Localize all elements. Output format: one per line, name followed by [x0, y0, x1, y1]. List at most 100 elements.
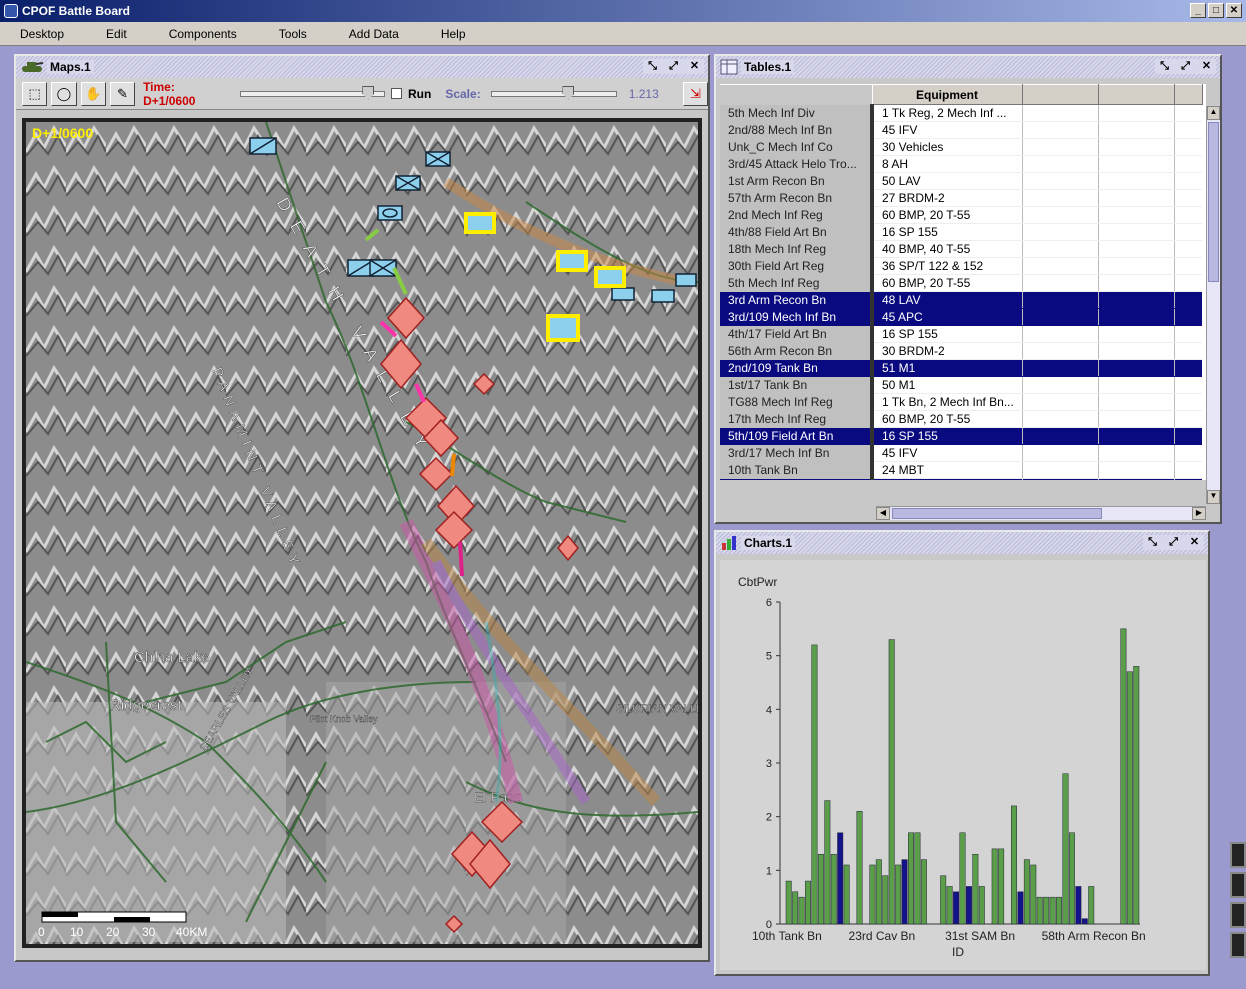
empty-cell[interactable] [1022, 291, 1099, 309]
row-header-unit[interactable]: 1st/45 Attack Helo Tro... [720, 478, 874, 480]
row-header-unit[interactable]: 4th/88 Field Art Bn [720, 223, 874, 241]
minimize-button[interactable]: _ [1190, 3, 1206, 18]
empty-cell[interactable] [1022, 189, 1099, 207]
chart-bar[interactable] [811, 644, 818, 925]
empty-cell[interactable] [1098, 291, 1175, 309]
chart-bar[interactable] [908, 832, 914, 925]
empty-cell[interactable] [1098, 240, 1175, 258]
menu-edit[interactable]: Edit [86, 27, 149, 41]
equipment-cell[interactable]: 60 BMP, 20 T-55 [872, 206, 1023, 224]
table-row[interactable]: 18th Mech Inf Reg 40 BMP, 40 T-55 [720, 240, 1202, 258]
empty-cell[interactable] [1022, 410, 1099, 428]
chart-bar[interactable] [830, 853, 837, 925]
empty-cell[interactable] [1022, 274, 1099, 292]
chart-bar[interactable] [869, 864, 876, 925]
empty-cell[interactable] [1174, 359, 1202, 377]
menu-desktop[interactable]: Desktop [0, 27, 86, 41]
tables-titlebar[interactable]: Tables.1 ⤡ ⤢ ✕ [716, 56, 1220, 78]
empty-cell[interactable] [1098, 155, 1175, 173]
chart-bar[interactable] [1049, 896, 1056, 925]
row-header-unit[interactable]: 56th Arm Recon Bn [720, 342, 874, 360]
empty-cell[interactable] [1022, 444, 1099, 462]
close-icon[interactable]: ✕ [687, 59, 702, 74]
equipment-cell[interactable]: 10 AH [872, 478, 1023, 480]
table-row[interactable]: 1st Arm Recon Bn 50 LAV [720, 172, 1202, 190]
equipment-cell[interactable]: 45 IFV [872, 121, 1023, 139]
empty-cell[interactable] [1022, 393, 1099, 411]
equipment-cell[interactable]: 60 BMP, 20 T-55 [872, 274, 1023, 292]
equipment-cell[interactable]: 1 Tk Reg, 2 Mech Inf ... [872, 104, 1023, 122]
row-header-unit[interactable]: TG88 Mech Inf Reg [720, 393, 874, 411]
row-header-unit[interactable]: 1st Arm Recon Bn [720, 172, 874, 190]
scroll-down-icon[interactable]: ▼ [1207, 490, 1220, 504]
equipment-cell[interactable]: 50 M1 [872, 376, 1023, 394]
chart-bar[interactable] [792, 891, 799, 925]
chart-bar[interactable] [856, 811, 863, 925]
table-row[interactable]: 4th/17 Field Art Bn 16 SP 155 [720, 325, 1202, 343]
empty-cell[interactable] [1174, 461, 1202, 479]
equipment-cell[interactable]: 16 SP 155 [872, 325, 1023, 343]
empty-cell[interactable] [1098, 359, 1175, 377]
empty-cell[interactable] [1098, 444, 1175, 462]
empty-cell[interactable] [1174, 223, 1202, 241]
column-header-2[interactable] [1021, 84, 1099, 105]
empty-cell[interactable] [1098, 206, 1175, 224]
empty-cell[interactable] [1098, 189, 1175, 207]
menu-help[interactable]: Help [421, 27, 488, 41]
table-row[interactable]: 2nd/109 Tank Bn 51 M1 [720, 359, 1202, 377]
run-checkbox[interactable] [391, 88, 402, 99]
empty-cell[interactable] [1098, 138, 1175, 156]
empty-cell[interactable] [1174, 138, 1202, 156]
empty-cell[interactable] [1098, 104, 1175, 122]
row-header-unit[interactable]: 3rd/45 Attack Helo Tro... [720, 155, 874, 173]
row-header-unit[interactable]: 18th Mech Inf Reg [720, 240, 874, 258]
empty-cell[interactable] [1022, 478, 1099, 480]
dock-button[interactable] [1230, 932, 1246, 958]
equipment-cell[interactable]: 45 IFV [872, 444, 1023, 462]
empty-cell[interactable] [1022, 172, 1099, 190]
empty-cell[interactable] [1174, 393, 1202, 411]
row-header-unit[interactable]: 10th Tank Bn [720, 461, 874, 479]
menu-add-data[interactable]: Add Data [329, 27, 421, 41]
empty-cell[interactable] [1098, 376, 1175, 394]
chart-bar[interactable] [991, 848, 998, 925]
maximize-icon[interactable]: ⤢ [1178, 59, 1193, 74]
empty-cell[interactable] [1174, 478, 1202, 480]
restore-icon[interactable]: ⤡ [1145, 535, 1160, 550]
empty-cell[interactable] [1022, 427, 1099, 445]
empty-cell[interactable] [1098, 325, 1175, 343]
empty-cell[interactable] [1174, 410, 1202, 428]
close-button[interactable]: ✕ [1226, 3, 1242, 18]
chart-bar[interactable] [1017, 891, 1024, 925]
chart-bar[interactable] [805, 880, 811, 925]
empty-cell[interactable] [1174, 121, 1202, 139]
empty-cell[interactable] [1022, 308, 1099, 326]
chart-bar[interactable] [978, 886, 985, 925]
table-row[interactable]: 3rd/45 Attack Helo Tro... 8 AH [720, 155, 1202, 173]
charts-titlebar[interactable]: Charts.1 ⤡ ⤢ ✕ [716, 532, 1208, 554]
chart-bar[interactable] [1133, 666, 1140, 925]
empty-cell[interactable] [1022, 223, 1099, 241]
chart-bar[interactable] [1126, 671, 1133, 925]
chart-bar[interactable] [1043, 896, 1050, 925]
table-row[interactable]: 1st/45 Attack Helo Tro...10 AH [720, 478, 1202, 480]
chart-bar[interactable] [837, 832, 844, 925]
equipment-cell[interactable]: 50 LAV [872, 172, 1023, 190]
row-header-unit[interactable]: 3rd/109 Mech Inf Bn [720, 308, 874, 326]
row-header-unit[interactable]: 30th Field Art Reg [720, 257, 874, 275]
column-header-4[interactable] [1173, 84, 1203, 105]
empty-cell[interactable] [1022, 240, 1099, 258]
chart-bar[interactable] [817, 853, 824, 925]
table-row[interactable]: 57th Arm Recon Bn 27 BRDM-2 [720, 189, 1202, 207]
empty-cell[interactable] [1022, 325, 1099, 343]
chart-bar[interactable] [785, 880, 792, 925]
empty-cell[interactable] [1098, 478, 1175, 480]
rect-select-icon[interactable]: ⬚ [22, 81, 48, 106]
row-header-unit[interactable]: 1st/17 Tank Bn [720, 376, 874, 394]
equipment-cell[interactable]: 48 LAV [872, 291, 1023, 309]
empty-cell[interactable] [1174, 172, 1202, 190]
table-row[interactable]: 10th Tank Bn 24 MBT [720, 461, 1202, 479]
empty-cell[interactable] [1098, 121, 1175, 139]
dock-button[interactable] [1230, 902, 1246, 928]
table-row[interactable]: 17th Mech Inf Reg 60 BMP, 20 T-55 [720, 410, 1202, 428]
